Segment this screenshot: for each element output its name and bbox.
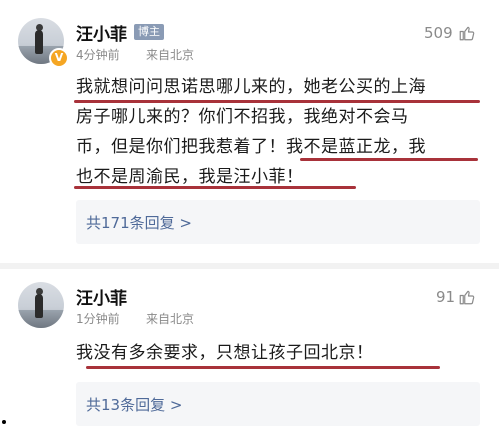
like-count: 509 <box>424 24 453 42</box>
thumbs-up-icon[interactable] <box>458 288 476 306</box>
highlight-underline <box>74 100 480 103</box>
comment-item: 汪小菲 1分钟前 来自北京 91 我没有多余要求，只想让孩子回北京！ 共13条回… <box>0 270 499 432</box>
author-name[interactable]: 汪小菲 <box>76 284 127 309</box>
avatar[interactable] <box>18 282 64 328</box>
author-name[interactable]: 汪小菲 <box>76 20 127 45</box>
replies-link[interactable]: 共171条回复 > <box>76 200 480 244</box>
comment-item: V 汪小菲 博主 4分钟前 来自北京 509 我就想问问思诺思哪儿来的，她老公买… <box>0 0 499 262</box>
author-tag: 博主 <box>134 24 164 40</box>
comment-source: 来自北京 <box>146 312 195 326</box>
comment-line: 房子哪儿来的？你们不招我，我绝对不会马 <box>76 107 409 127</box>
comment-text: 我没有多余要求，只想让孩子回北京！ <box>76 338 486 368</box>
highlight-underline <box>86 366 440 369</box>
replies-label: 共171条回复 > <box>86 214 192 232</box>
replies-label: 共13条回复 > <box>86 396 183 414</box>
comment-source: 来自北京 <box>146 48 195 62</box>
comment-line: 我没有多余要求，只想让孩子回北京！ <box>76 343 374 363</box>
replies-link[interactable]: 共13条回复 > <box>76 382 480 426</box>
like-count: 91 <box>436 288 456 306</box>
highlight-underline <box>300 158 478 161</box>
highlight-underline <box>74 186 356 189</box>
comment-line: 我就想问问思诺思哪儿来的，她老公买的上海 <box>76 77 426 97</box>
thumbs-up-icon[interactable] <box>458 24 476 42</box>
comment-time: 1分钟前 <box>76 312 120 326</box>
marker-dot <box>2 420 6 424</box>
verified-v-icon: V <box>49 48 69 68</box>
comment-time: 4分钟前 <box>76 48 120 62</box>
divider <box>0 263 499 269</box>
comment-text: 我就想问问思诺思哪儿来的，她老公买的上海 房子哪儿来的？你们不招我，我绝对不会马… <box>76 72 486 192</box>
